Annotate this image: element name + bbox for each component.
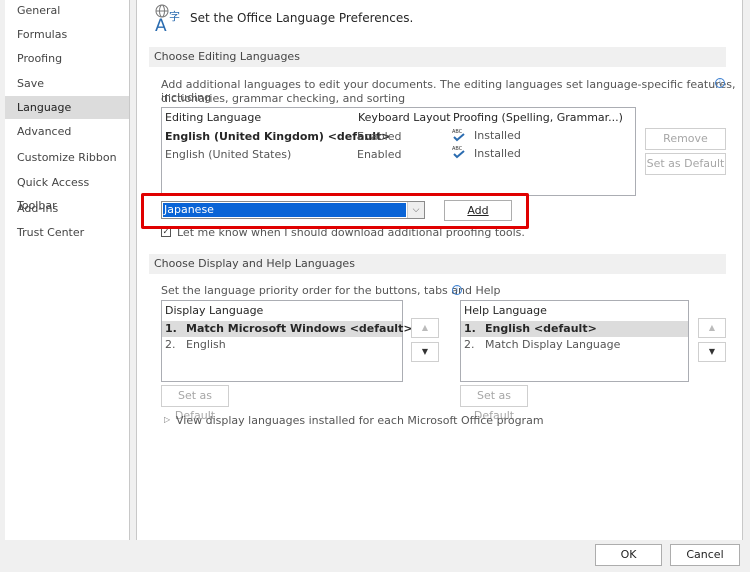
list-item[interactable]: 2. Match Display Language — [461, 337, 688, 353]
display-description: Set the language priority order for the … — [161, 284, 501, 297]
proofing-check-icon: ABC — [452, 146, 465, 159]
cell-keyboard: Enabled — [357, 130, 402, 143]
language-icon: A 字 — [155, 4, 180, 33]
sidebar-item-advanced[interactable]: Advanced — [5, 120, 129, 143]
set-default-display-button[interactable]: Set as Default — [161, 385, 229, 422]
svg-text:ABC: ABC — [452, 129, 463, 135]
item-number: 1. — [165, 322, 177, 335]
sidebar-item-general[interactable]: General — [5, 0, 129, 22]
sidebar-item-save[interactable]: Save — [5, 72, 129, 95]
column-header-editing-language: Editing Language — [165, 111, 262, 124]
move-down-help-button[interactable]: ▼ — [698, 342, 726, 362]
item-label: Match Microsoft Windows <default> — [186, 322, 413, 335]
expand-triangle-icon[interactable]: ▷ — [164, 415, 170, 424]
sidebar-item-formulas[interactable]: Formulas — [5, 23, 129, 46]
item-number: 2. — [464, 338, 475, 351]
cell-proofing: Installed — [474, 147, 521, 160]
info-icon[interactable]: i — [452, 285, 462, 295]
editing-description-2: dictionaries, grammar checking, and sort… — [161, 92, 406, 105]
column-header-proofing: Proofing (Spelling, Grammar...) — [453, 111, 623, 124]
display-section-header: Choose Display and Help Languages — [149, 254, 726, 274]
proofing-check-icon: ABC — [452, 129, 465, 142]
column-header-keyboard-layout: Keyboard Layout — [358, 111, 451, 124]
set-default-help-button[interactable]: Set as Default — [460, 385, 528, 422]
options-sidebar: General Formulas Proofing Save Language … — [5, 0, 130, 540]
set-default-editing-button[interactable]: Set as Default — [645, 153, 726, 175]
highlight-box — [141, 193, 529, 229]
move-up-help-button[interactable]: ▲ — [698, 318, 726, 338]
cell-proofing: Installed — [474, 129, 521, 142]
svg-text:字: 字 — [169, 9, 180, 23]
info-icon[interactable]: i — [715, 78, 725, 88]
cell-keyboard: Enabled — [357, 148, 402, 161]
sidebar-item-quick-access-toolbar[interactable]: Quick Access Toolbar — [5, 171, 129, 212]
ok-button[interactable]: OK — [595, 544, 662, 566]
cell-language: English (United States) — [165, 148, 292, 161]
item-number: 2. — [165, 338, 176, 351]
sidebar-item-add-ins[interactable]: Add-Ins — [5, 197, 129, 220]
list-item[interactable]: 1. Match Microsoft Windows <default> — [162, 321, 413, 337]
display-language-list: Display Language 1. Match Microsoft Wind… — [161, 300, 413, 382]
help-language-header: Help Language — [464, 304, 547, 317]
remove-button[interactable]: Remove — [645, 128, 726, 150]
item-label: English <default> — [485, 322, 597, 335]
svg-text:A: A — [155, 16, 167, 33]
item-label: English — [186, 338, 226, 351]
sidebar-item-proofing[interactable]: Proofing — [5, 47, 129, 70]
sidebar-item-language[interactable]: Language — [5, 96, 129, 119]
help-language-list: Help Language 1. English <default> 2. Ma… — [460, 300, 689, 382]
editing-languages-table: Editing Language Keyboard Layout Proofin… — [161, 107, 636, 196]
item-label: Match Display Language — [485, 338, 621, 351]
move-down-display-button[interactable]: ▼ — [411, 342, 439, 362]
list-item[interactable]: 1. English <default> — [461, 321, 688, 337]
sidebar-item-trust-center[interactable]: Trust Center — [5, 221, 129, 244]
sidebar-item-customize-ribbon[interactable]: Customize Ribbon — [5, 146, 129, 169]
page-title: Set the Office Language Preferences. — [190, 11, 414, 25]
cancel-button[interactable]: Cancel — [670, 544, 740, 566]
display-language-header: Display Language — [165, 304, 264, 317]
item-number: 1. — [464, 322, 476, 335]
editing-section-header: Choose Editing Languages — [149, 47, 726, 67]
language-panel: A 字 Set the Office Language Preferences.… — [136, 0, 743, 540]
move-up-display-button[interactable]: ▲ — [411, 318, 439, 338]
view-display-languages-link[interactable]: View display languages installed for eac… — [176, 414, 544, 427]
list-item[interactable]: 2. English — [162, 337, 402, 353]
svg-text:ABC: ABC — [452, 146, 463, 152]
